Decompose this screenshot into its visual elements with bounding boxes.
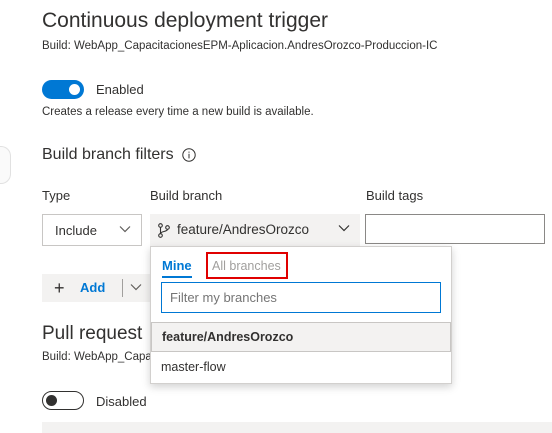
branch-select[interactable]: feature/AndresOrozco: [150, 214, 360, 246]
add-filter-button[interactable]: + Add: [42, 274, 150, 302]
build-tags-input[interactable]: [365, 214, 545, 244]
cd-enabled-toggle[interactable]: [42, 80, 84, 99]
type-select-value: Include: [55, 223, 97, 238]
tab-mine[interactable]: Mine: [162, 258, 192, 273]
chevron-down-icon: [119, 226, 131, 233]
branch-filters-title: Build branch filters: [42, 146, 174, 163]
add-filter-label: Add: [80, 280, 106, 295]
tags-column-label: Build tags: [366, 188, 424, 203]
pr-disabled-toggle[interactable]: [42, 391, 84, 410]
branch-filter-input[interactable]: [161, 282, 441, 313]
cd-trigger-title: Continuous deployment trigger: [42, 9, 329, 32]
branch-icon: [158, 223, 170, 238]
branch-option-feature-andresorozco[interactable]: feature/AndresOrozco: [151, 322, 451, 352]
pr-disabled-label: Disabled: [96, 394, 147, 409]
cd-trigger-description: Creates a release every time a new build…: [42, 106, 314, 118]
branch-option-master-flow[interactable]: master-flow: [151, 353, 451, 383]
chevron-down-icon[interactable]: [130, 283, 142, 291]
bottom-panel: [42, 422, 552, 433]
toggle-knob: [69, 84, 80, 95]
chevron-down-icon: [338, 225, 350, 232]
cd-trigger-build: Build: WebApp_CapacitacionesEPM-Aplicaci…: [42, 40, 438, 52]
branch-column-label: Build branch: [150, 188, 223, 203]
pr-trigger-build: Build: WebApp_Capa: [42, 351, 152, 363]
toggle-knob: [46, 394, 57, 406]
type-column-label: Type: [42, 188, 71, 203]
branch-dropdown: Mine All branches feature/AndresOrozco m…: [150, 246, 452, 384]
pr-trigger-title: Pull request: [42, 323, 143, 344]
scroll-edge: [0, 146, 11, 184]
info-icon[interactable]: [182, 148, 196, 162]
branch-select-value: feature/AndresOrozco: [177, 222, 310, 237]
type-select[interactable]: Include: [42, 214, 142, 246]
add-divider: [122, 279, 123, 297]
plus-icon: +: [54, 278, 65, 298]
tab-all-branches[interactable]: All branches: [206, 252, 288, 279]
active-tab-indicator: [162, 276, 192, 278]
cd-enabled-label: Enabled: [96, 82, 144, 97]
